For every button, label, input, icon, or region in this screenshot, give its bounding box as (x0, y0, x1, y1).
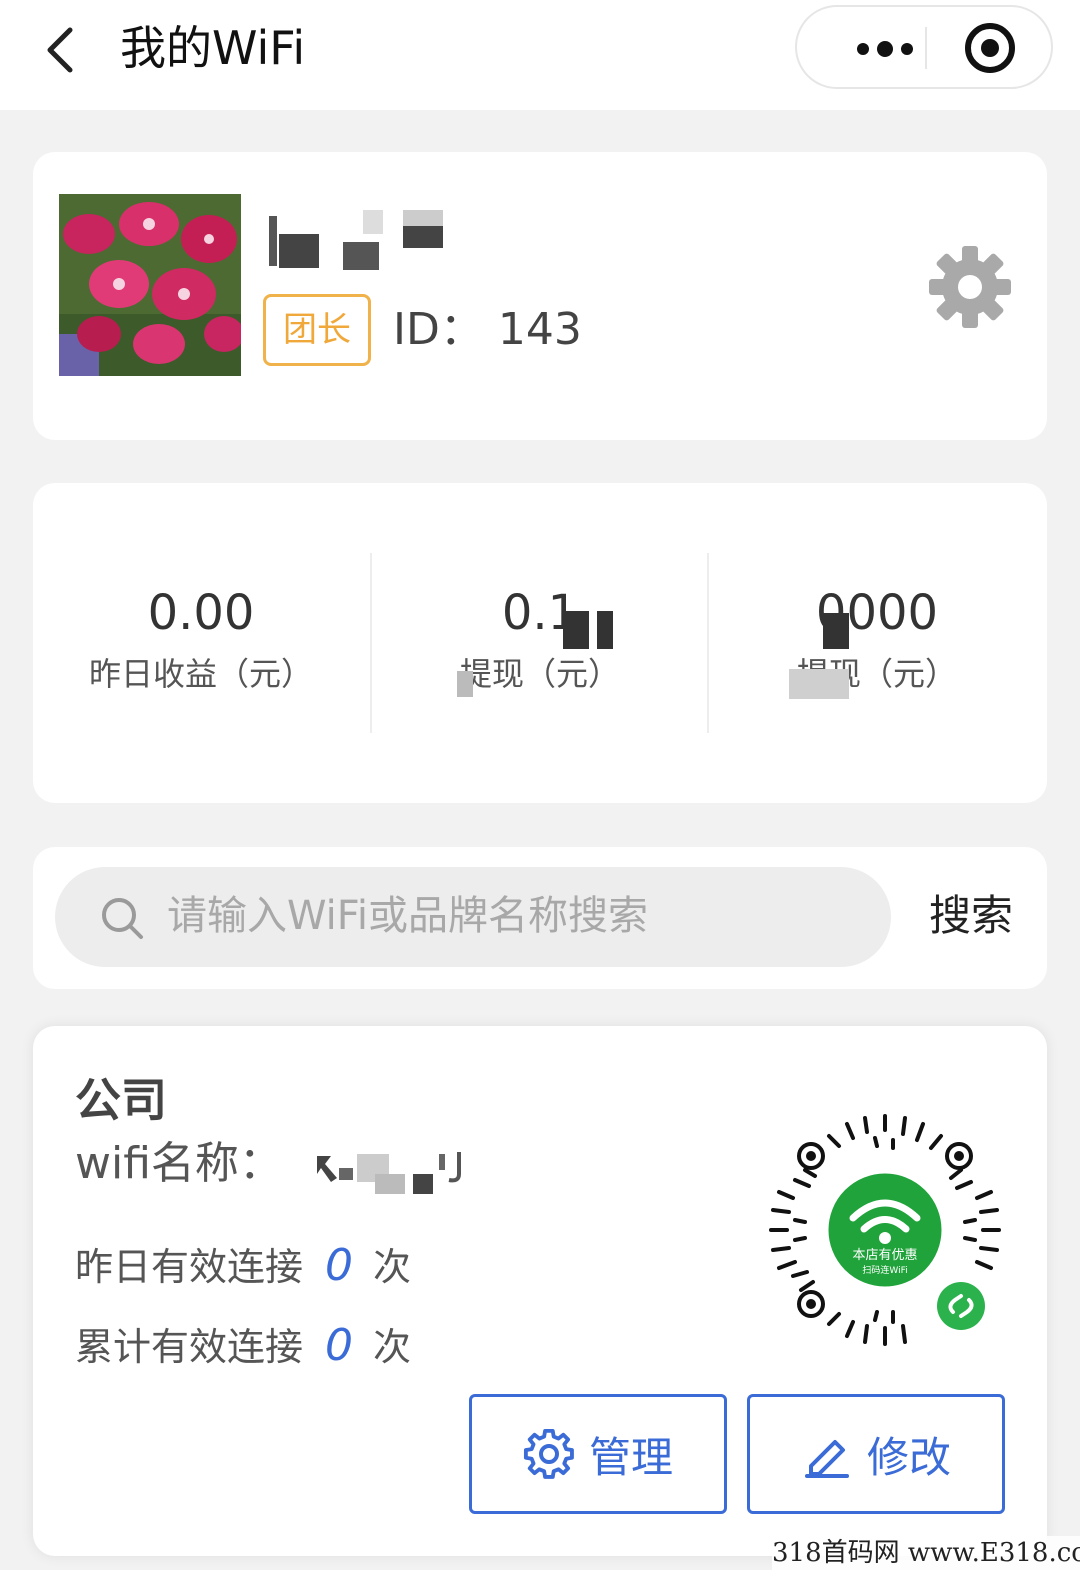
qr-text-line1: 本店有优惠 (852, 1248, 917, 1263)
edit-label: 修改 (866, 1432, 951, 1482)
more-dots-icon[interactable] (827, 7, 927, 87)
navigation-bar: 我的WiFi (0, 0, 1080, 110)
redaction-block (823, 613, 849, 649)
yesterday-connections-row: 昨日有效连接 0 次 (75, 1238, 411, 1295)
yesterday-connections-count: 0 (325, 1240, 354, 1291)
redaction-block (789, 669, 849, 699)
search-card: 搜索 (33, 847, 1047, 989)
user-id: ID： 143 (393, 304, 582, 355)
edit-button[interactable]: 修改 (747, 1394, 1005, 1514)
search-box[interactable] (55, 867, 891, 967)
mini-program-qr-code[interactable]: 本店有优惠 扫码连WiFi (765, 1110, 1005, 1350)
pencil-icon (801, 1428, 853, 1480)
mini-program-capsule (795, 5, 1053, 89)
gear-icon[interactable] (925, 242, 1015, 332)
wifi-name-label: wifi名称： (75, 1138, 283, 1189)
stat-withdrawable: 0.1 提现（元） (372, 583, 708, 699)
stat-value: 0.1 (501, 585, 579, 641)
wifi-name-row: wifi名称： (75, 1134, 479, 1194)
nickname-redacted (265, 208, 455, 270)
search-button[interactable]: 搜索 (901, 871, 1041, 961)
chevron-left-icon[interactable] (36, 22, 92, 78)
stat-value: 0.00 (147, 585, 255, 641)
role-badge: 团长 (263, 294, 371, 366)
manage-label: 管理 (588, 1432, 673, 1482)
stat-yesterday-income: 0.00 昨日收益（元） (33, 583, 369, 699)
capsule-divider (925, 27, 927, 69)
stat-label: 昨日收益（元） (88, 655, 313, 693)
profile-card: 团长 ID： 143 (33, 152, 1047, 440)
stat-label: 提现（元） (796, 655, 957, 693)
connections-unit: 次 (373, 1245, 412, 1289)
manage-button[interactable]: 管理 (469, 1394, 727, 1514)
search-input[interactable] (167, 881, 867, 951)
stat-label: 提现（元） (459, 655, 620, 693)
search-icon (99, 895, 145, 941)
wifi-item-card: 公司 wifi名称： 昨日有效连接 0 次 累计有效连接 0 次 本店有优惠 扫… (33, 1026, 1047, 1556)
qr-text-line2: 扫码连WiFi (862, 1264, 907, 1276)
earnings-stats-card: 0.00 昨日收益（元） 0.1 提现（元） 0000 提现（元） (33, 483, 1047, 803)
total-connections-label: 累计有效连接 (75, 1325, 304, 1369)
yesterday-connections-label: 昨日有效连接 (75, 1245, 304, 1289)
company-name: 公司 (75, 1073, 167, 1127)
redaction-block (597, 611, 613, 649)
total-connections-count: 0 (325, 1320, 354, 1371)
redaction-block (563, 611, 589, 649)
wifi-name-redacted (309, 1134, 479, 1194)
page-title: 我的WiFi (120, 21, 306, 75)
connections-unit: 次 (373, 1325, 412, 1369)
gear-icon (523, 1428, 575, 1480)
stat-total-withdrawn: 0000 提现（元） (709, 583, 1045, 699)
total-connections-row: 累计有效连接 0 次 (75, 1318, 411, 1375)
watermark: 318首码网 www.E318.com (772, 1536, 1080, 1570)
avatar[interactable] (59, 194, 241, 376)
stat-value: 0000 (815, 585, 939, 641)
target-icon[interactable] (957, 15, 1023, 81)
redaction-block (457, 671, 473, 697)
